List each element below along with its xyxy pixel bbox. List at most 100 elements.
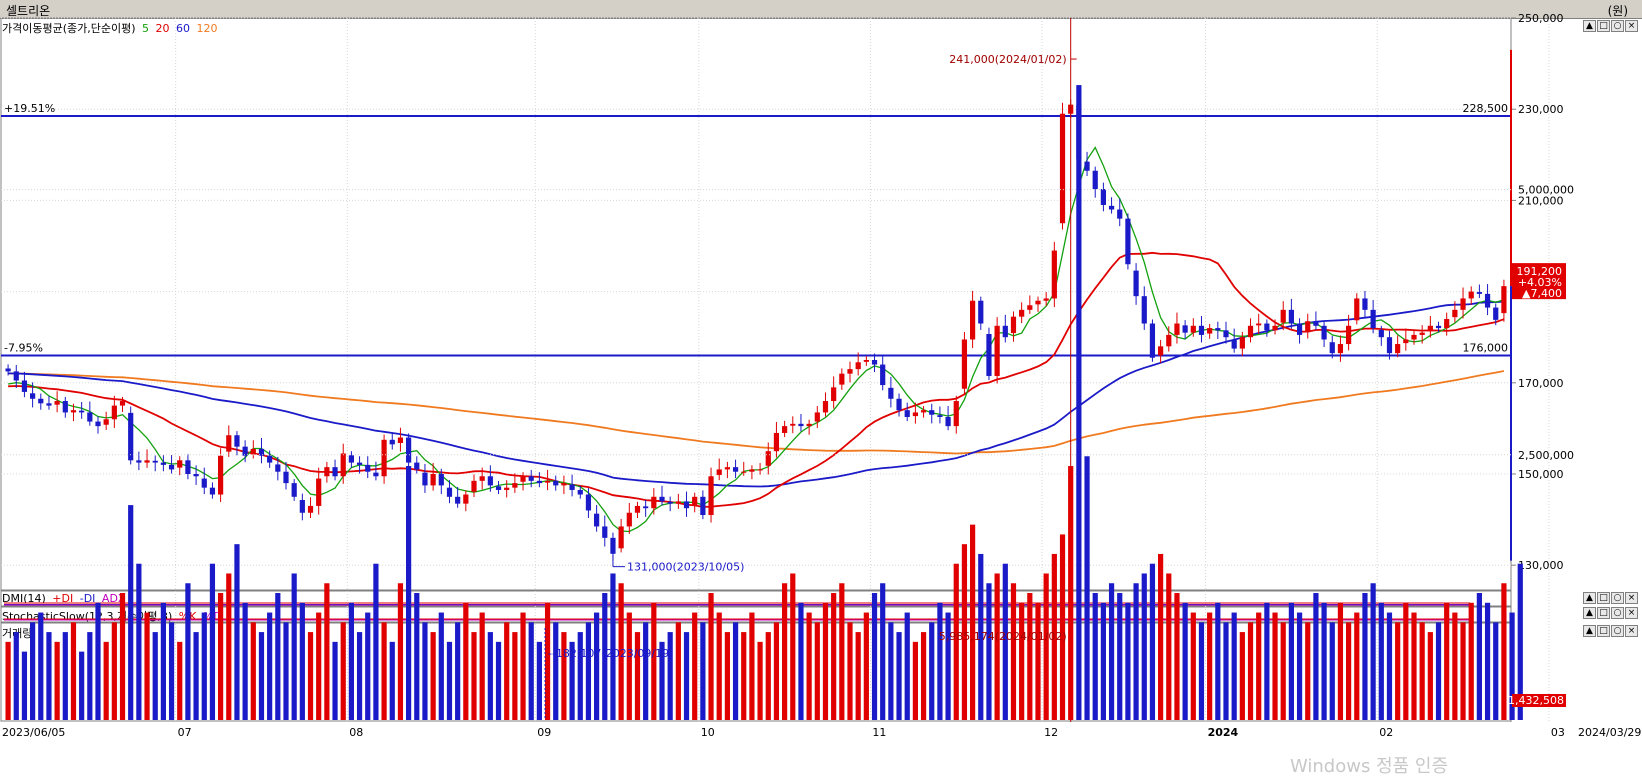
volume-bar [332, 641, 338, 720]
volume-bar [1435, 622, 1442, 720]
volume-bar [749, 612, 755, 720]
volume-bar [1493, 622, 1499, 720]
volume-bar [365, 612, 371, 720]
candle-body [1027, 305, 1033, 310]
volume-bar [1231, 612, 1237, 720]
volume-bar [1215, 602, 1221, 720]
volume-bar [1378, 602, 1384, 720]
volume-bar [626, 612, 632, 720]
volume-bar [226, 573, 232, 720]
volume-bar [1305, 622, 1311, 720]
candle-body [1239, 337, 1245, 349]
candle-body [13, 371, 19, 381]
volume-bar [561, 632, 567, 720]
volume-bar [1198, 622, 1205, 720]
candle-body [929, 410, 935, 415]
volume-bar [1280, 622, 1286, 720]
volume-bar [438, 612, 444, 720]
candle-body [871, 360, 878, 365]
candle-body [1256, 323, 1262, 326]
candle-body [1084, 161, 1090, 171]
stock-chart[interactable]: 2023/06/05 07 08 09 10 11 12 2024 02 03 2024/03/29… [0, 0, 1642, 771]
volume-bar [1076, 85, 1082, 720]
candle-body [348, 455, 354, 463]
volume-bar [765, 632, 771, 720]
volume-bar [520, 612, 526, 720]
x-tick-label: 2024 [1208, 726, 1239, 739]
candle-body [659, 496, 665, 502]
candle-body [757, 469, 763, 471]
candle-body [1329, 342, 1335, 354]
volume-bar [863, 612, 869, 720]
volume-bar [1484, 602, 1491, 720]
volume-bar [144, 612, 150, 720]
volume-bar [1108, 583, 1115, 720]
candle-body [1092, 170, 1098, 189]
x-tick-label: 12 [1044, 726, 1058, 739]
candle-body [1272, 325, 1278, 331]
candle-body [880, 364, 886, 386]
volume-bar [1460, 622, 1466, 720]
candle-body [1354, 298, 1360, 321]
candle-body [38, 398, 44, 404]
hline-right-label: 228,500 [1463, 102, 1509, 115]
volume-bar [136, 563, 142, 720]
volume-bar [1158, 553, 1164, 720]
volume-bar [422, 622, 428, 720]
candle-body [218, 455, 224, 495]
volume-bar [994, 573, 1000, 720]
volume-bar [970, 524, 976, 720]
candle-body [561, 483, 567, 486]
windows-watermark: Windows 정품 인증 [1290, 756, 1449, 777]
last-change: ▲7,400 [1522, 287, 1562, 300]
candle-body [242, 446, 248, 456]
candle-body [1215, 328, 1221, 331]
candle-body [95, 421, 101, 427]
volume-bar [209, 563, 216, 720]
candle-body [602, 526, 608, 538]
candle-body [455, 496, 461, 504]
volume-bar [381, 622, 387, 720]
candle-body [87, 412, 93, 422]
volume-bar [716, 612, 722, 720]
candle-body [953, 401, 959, 427]
candle-body [986, 334, 992, 376]
candle-body [553, 480, 559, 486]
volume-bar [912, 641, 918, 720]
candle-body [675, 501, 681, 504]
candle-body [1460, 298, 1466, 310]
volume-bar [30, 622, 36, 720]
volume-bar [1313, 593, 1319, 720]
candle-body [307, 505, 314, 513]
volume-bar [62, 632, 68, 720]
volume-bar [1149, 563, 1156, 720]
volume-bar [119, 593, 126, 720]
ma-20-line [8, 251, 1505, 508]
volume-bar [814, 622, 820, 720]
volume-bar [585, 622, 592, 720]
candle-body [618, 526, 624, 549]
volume-bar [1174, 593, 1180, 720]
volume-bar [414, 593, 420, 720]
volume-bar [397, 583, 404, 720]
volume-bar [806, 612, 812, 720]
volume-bar [201, 612, 207, 720]
candle-body [1166, 334, 1172, 347]
candle-body [1231, 339, 1237, 349]
volume-bar [937, 602, 943, 720]
volume-bar [373, 563, 379, 720]
volume-bar [275, 593, 281, 720]
volume-bar [446, 641, 453, 720]
volume-bar [479, 612, 485, 720]
candle-body [708, 476, 714, 516]
candle-body [847, 369, 853, 374]
volume-bar [741, 632, 747, 720]
volume-bar [1059, 534, 1066, 720]
volume-bar [1027, 593, 1033, 720]
candle-body [1419, 332, 1425, 335]
volume-bar [1239, 632, 1245, 720]
candle-body [1370, 309, 1376, 329]
candle-body [920, 410, 927, 413]
candle-body [299, 499, 305, 513]
volume-bar [1346, 622, 1352, 720]
